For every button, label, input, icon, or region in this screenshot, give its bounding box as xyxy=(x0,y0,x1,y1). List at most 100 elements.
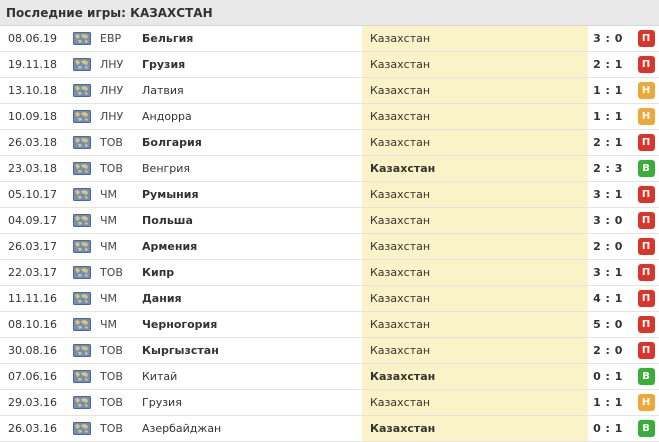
away-team[interactable]: Казахстан xyxy=(362,52,588,77)
home-team[interactable]: Кыргызстан xyxy=(142,338,362,363)
match-row[interactable]: 04.09.17 ЧМ Польша Казахстан 3 : 0 П xyxy=(0,208,659,234)
match-date: 19.11.18 xyxy=(8,58,57,71)
match-row[interactable]: 26.03.17 ЧМ Армения Казахстан 2 : 0 П xyxy=(0,234,659,260)
world-map-icon xyxy=(72,78,92,103)
away-team[interactable]: Казахстан xyxy=(362,182,588,207)
away-team[interactable]: Казахстан xyxy=(362,130,588,155)
world-map-icon xyxy=(72,130,92,155)
match-row[interactable]: 08.10.16 ЧМ Черногория Казахстан 5 : 0 П xyxy=(0,312,659,338)
competition-code: ТОВ xyxy=(100,396,123,409)
match-score[interactable]: 5 : 0 xyxy=(588,312,628,337)
competition-code: ЧМ xyxy=(100,188,118,201)
match-score[interactable]: 3 : 0 xyxy=(588,208,628,233)
result-cell: П xyxy=(636,182,656,207)
home-team[interactable]: Болгария xyxy=(142,130,362,155)
result-badge: В xyxy=(637,160,655,177)
away-team[interactable]: Казахстан xyxy=(362,286,588,311)
competition-code: ТОВ xyxy=(100,162,123,175)
result-cell: П xyxy=(636,312,656,337)
match-date: 26.03.18 xyxy=(8,136,57,149)
match-score[interactable]: 2 : 1 xyxy=(588,130,628,155)
away-team[interactable]: Казахстан xyxy=(362,312,588,337)
away-team[interactable]: Казахстан xyxy=(362,104,588,129)
match-score[interactable]: 1 : 1 xyxy=(588,104,628,129)
away-team[interactable]: Казахстан xyxy=(362,338,588,363)
match-score[interactable]: 3 : 1 xyxy=(588,260,628,285)
world-map-icon xyxy=(72,364,92,389)
away-team[interactable]: Казахстан xyxy=(362,234,588,259)
result-badge: Н xyxy=(637,82,655,99)
world-map-icon xyxy=(72,156,92,181)
match-score[interactable]: 2 : 1 xyxy=(588,52,628,77)
match-date: 30.08.16 xyxy=(8,344,57,357)
home-team[interactable]: Азербайджан xyxy=(142,416,362,441)
match-score[interactable]: 4 : 1 xyxy=(588,286,628,311)
match-row[interactable]: 30.08.16 ТОВ Кыргызстан Казахстан 2 : 0 П xyxy=(0,338,659,364)
match-score[interactable]: 3 : 0 xyxy=(588,26,628,51)
away-team[interactable]: Казахстан xyxy=(362,26,588,51)
match-row[interactable]: 26.03.18 ТОВ Болгария Казахстан 2 : 1 П xyxy=(0,130,659,156)
match-row[interactable]: 29.03.16 ТОВ Грузия Казахстан 1 : 1 Н xyxy=(0,390,659,416)
match-score[interactable]: 3 : 1 xyxy=(588,182,628,207)
home-team[interactable]: Румыния xyxy=(142,182,362,207)
competition-code: ЛНУ xyxy=(100,58,124,71)
world-map-icon xyxy=(72,182,92,207)
match-row[interactable]: 26.03.16 ТОВ Азербайджан Казахстан 0 : 1 В xyxy=(0,416,659,442)
result-badge: П xyxy=(637,212,655,229)
home-team[interactable]: Грузия xyxy=(142,52,362,77)
match-row[interactable]: 23.03.18 ТОВ Венгрия Казахстан 2 : 3 В xyxy=(0,156,659,182)
result-badge: П xyxy=(637,238,655,255)
match-row[interactable]: 11.11.16 ЧМ Дания Казахстан 4 : 1 П xyxy=(0,286,659,312)
home-team[interactable]: Польша xyxy=(142,208,362,233)
match-score[interactable]: 0 : 1 xyxy=(588,364,628,389)
match-row[interactable]: 19.11.18 ЛНУ Грузия Казахстан 2 : 1 П xyxy=(0,52,659,78)
home-team[interactable]: Кипр xyxy=(142,260,362,285)
home-team[interactable]: Бельгия xyxy=(142,26,362,51)
home-team[interactable]: Армения xyxy=(142,234,362,259)
match-date: 26.03.17 xyxy=(8,240,57,253)
result-cell: В xyxy=(636,364,656,389)
away-team[interactable]: Казахстан xyxy=(362,78,588,103)
home-team[interactable]: Андорра xyxy=(142,104,362,129)
home-team[interactable]: Грузия xyxy=(142,390,362,415)
competition-code: ЛНУ xyxy=(100,84,124,97)
home-team[interactable]: Черногория xyxy=(142,312,362,337)
world-map-icon xyxy=(72,260,92,285)
away-team[interactable]: Казахстан xyxy=(362,416,588,441)
away-team[interactable]: Казахстан xyxy=(362,260,588,285)
result-badge: Н xyxy=(637,394,655,411)
match-row[interactable]: 08.06.19 ЕВР Бельгия Казахстан 3 : 0 П xyxy=(0,26,659,52)
match-row[interactable]: 10.09.18 ЛНУ Андорра Казахстан 1 : 1 Н xyxy=(0,104,659,130)
match-row[interactable]: 05.10.17 ЧМ Румыния Казахстан 3 : 1 П xyxy=(0,182,659,208)
match-date: 08.06.19 xyxy=(8,32,57,45)
home-team[interactable]: Латвия xyxy=(142,78,362,103)
competition-code: ТОВ xyxy=(100,422,123,435)
result-cell: П xyxy=(636,338,656,363)
match-score[interactable]: 0 : 1 xyxy=(588,416,628,441)
match-date: 29.03.16 xyxy=(8,396,57,409)
home-team[interactable]: Венгрия xyxy=(142,156,362,181)
result-badge: П xyxy=(637,56,655,73)
home-team[interactable]: Китай xyxy=(142,364,362,389)
match-row[interactable]: 07.06.16 ТОВ Китай Казахстан 0 : 1 В xyxy=(0,364,659,390)
match-score[interactable]: 2 : 0 xyxy=(588,234,628,259)
match-score[interactable]: 1 : 1 xyxy=(588,78,628,103)
away-team[interactable]: Казахстан xyxy=(362,156,588,181)
match-row[interactable]: 22.03.17 ТОВ Кипр Казахстан 3 : 1 П xyxy=(0,260,659,286)
result-cell: В xyxy=(636,416,656,441)
away-team[interactable]: Казахстан xyxy=(362,390,588,415)
match-date: 05.10.17 xyxy=(8,188,57,201)
away-team[interactable]: Казахстан xyxy=(362,364,588,389)
result-badge: Н xyxy=(637,108,655,125)
competition-code: ТОВ xyxy=(100,344,123,357)
result-badge: В xyxy=(637,368,655,385)
home-team[interactable]: Дания xyxy=(142,286,362,311)
match-row[interactable]: 13.10.18 ЛНУ Латвия Казахстан 1 : 1 Н xyxy=(0,78,659,104)
match-date: 10.09.18 xyxy=(8,110,57,123)
match-score[interactable]: 1 : 1 xyxy=(588,390,628,415)
away-team[interactable]: Казахстан xyxy=(362,208,588,233)
match-score[interactable]: 2 : 0 xyxy=(588,338,628,363)
result-cell: Н xyxy=(636,78,656,103)
result-badge: П xyxy=(637,134,655,151)
match-score[interactable]: 2 : 3 xyxy=(588,156,628,181)
